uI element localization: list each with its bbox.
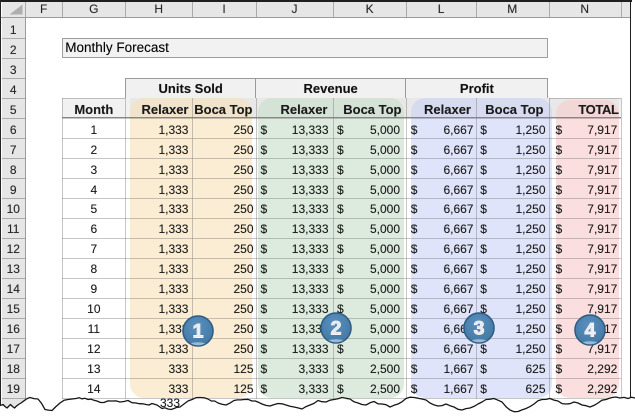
svg-text:4: 4	[585, 320, 596, 342]
svg-text:2: 2	[331, 318, 342, 340]
svg-text:3: 3	[474, 318, 485, 340]
svg-text:1: 1	[193, 320, 204, 342]
